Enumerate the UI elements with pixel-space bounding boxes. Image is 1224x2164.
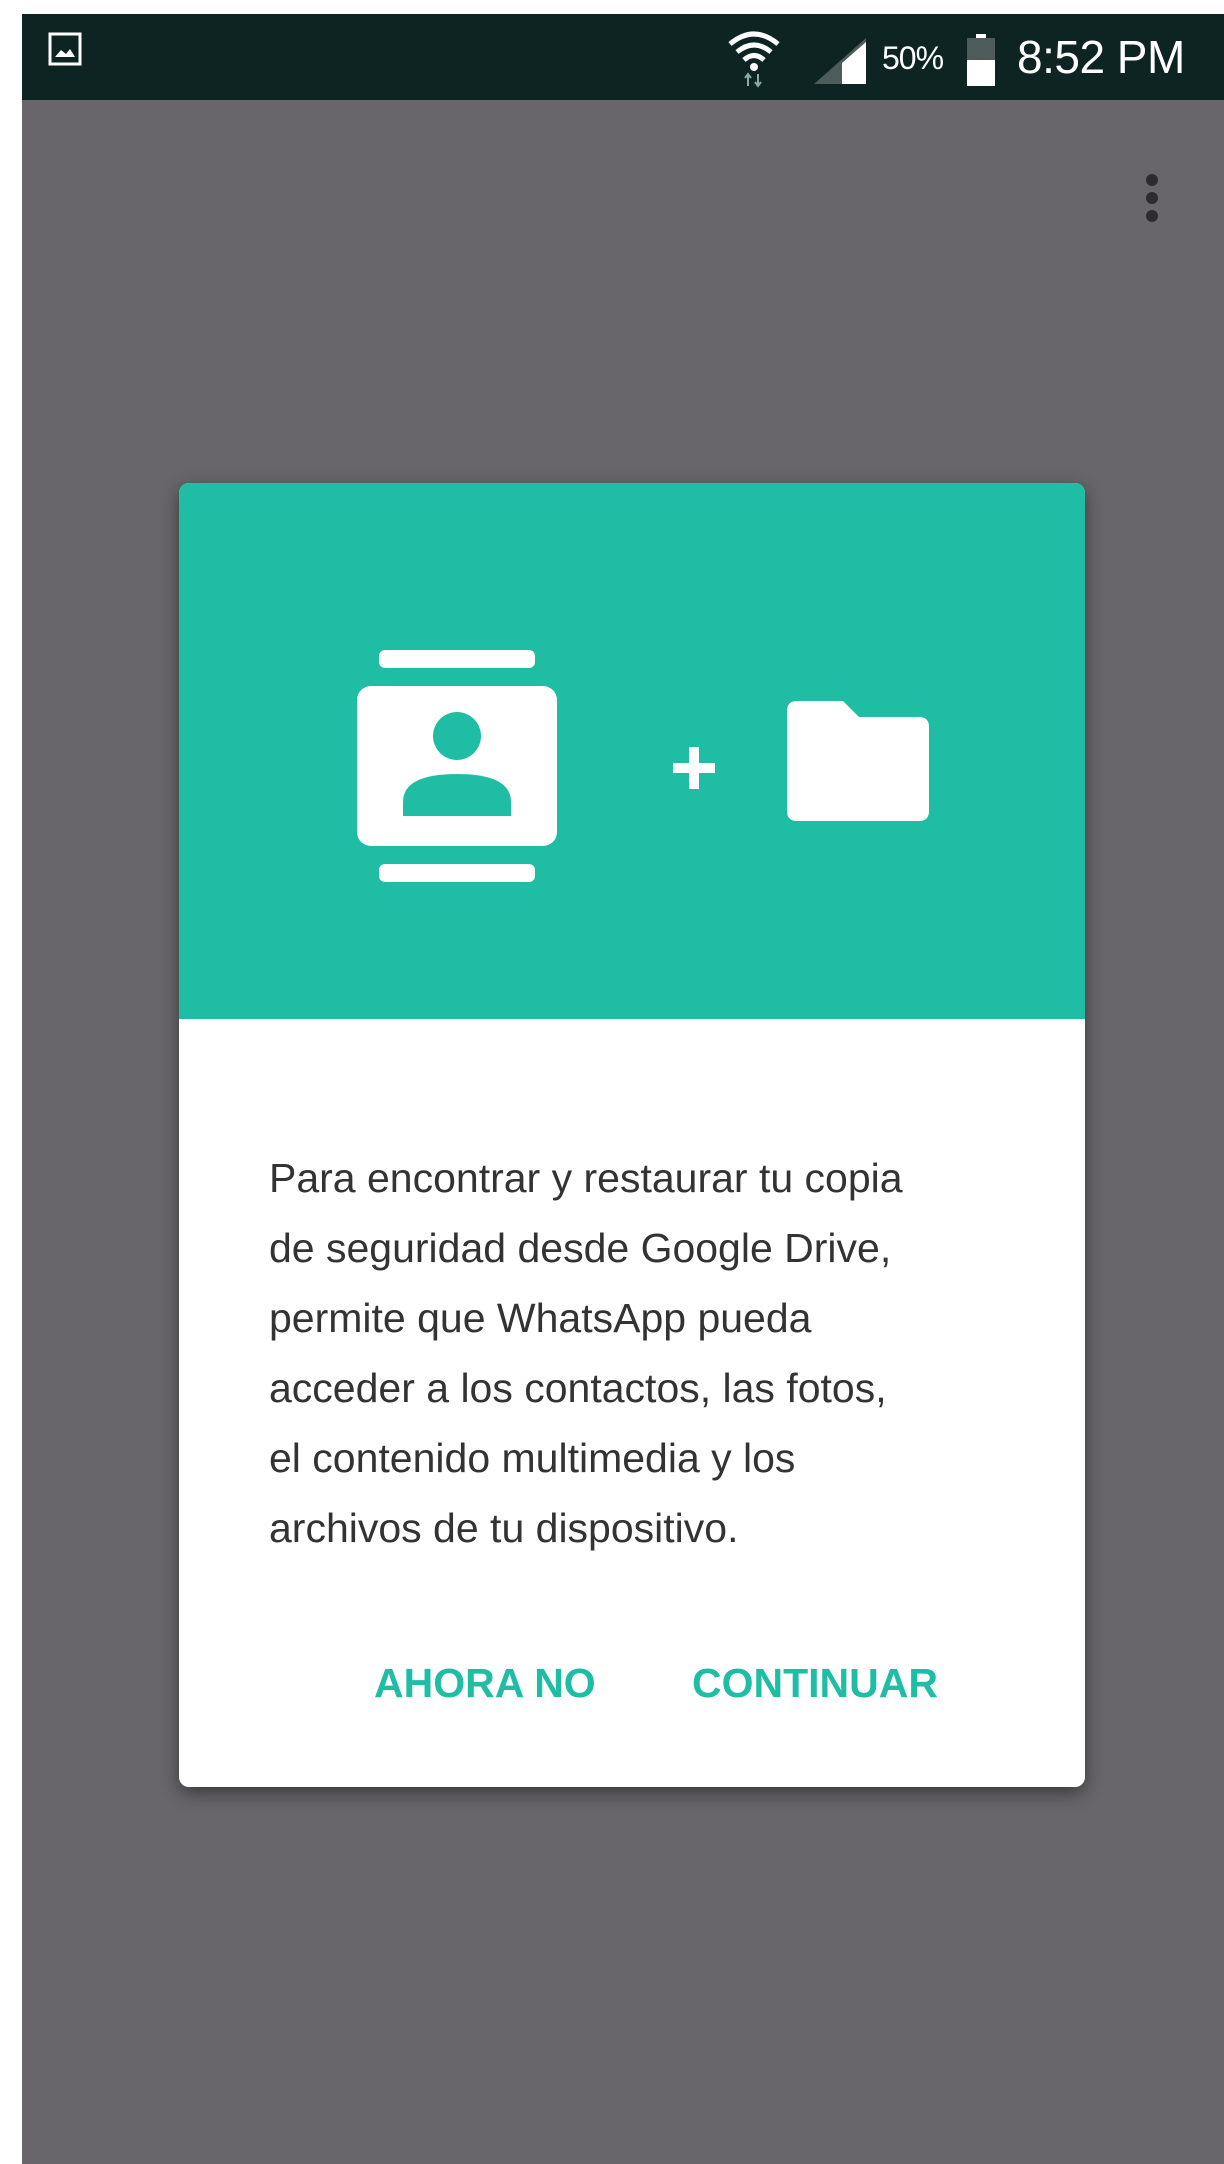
plus-icon (673, 747, 715, 789)
message-line: Para encontrar y restaurar tu copia (269, 1155, 903, 1201)
not-now-button[interactable]: AHORA NO (374, 1643, 596, 1723)
wifi-icon (728, 31, 780, 88)
gallery-icon (48, 32, 82, 66)
message-line: acceder a los contactos, las fotos, (269, 1365, 887, 1411)
signal-icon (814, 38, 866, 84)
dialog-actions: AHORA NO CONTINUAR (179, 1643, 1085, 1723)
more-vert-icon[interactable] (1137, 174, 1167, 234)
status-bar: 50% 8:52 PM (22, 14, 1224, 100)
battery-percent: 50% (882, 40, 944, 76)
contacts-icon (357, 650, 557, 882)
battery-icon (967, 34, 995, 86)
message-line: de seguridad desde Google Drive, (269, 1225, 892, 1271)
folder-icon (787, 701, 929, 821)
status-time: 8:52 PM (1017, 31, 1185, 83)
message-line: permite que WhatsApp pueda (269, 1295, 812, 1341)
dialog-message: Para encontrar y restaurar tu copia de s… (269, 1143, 1029, 1563)
message-line: archivos de tu dispositivo. (269, 1505, 739, 1551)
phone-screen: 50% 8:52 PM Para encontrar y restaurar t… (22, 14, 1224, 2164)
permission-dialog: Para encontrar y restaurar tu copia de s… (179, 483, 1085, 1787)
screen-edge (0, 0, 22, 2164)
message-line: el contenido multimedia y los (269, 1435, 796, 1481)
continue-button[interactable]: CONTINUAR (692, 1643, 938, 1723)
dialog-header (179, 483, 1085, 1019)
